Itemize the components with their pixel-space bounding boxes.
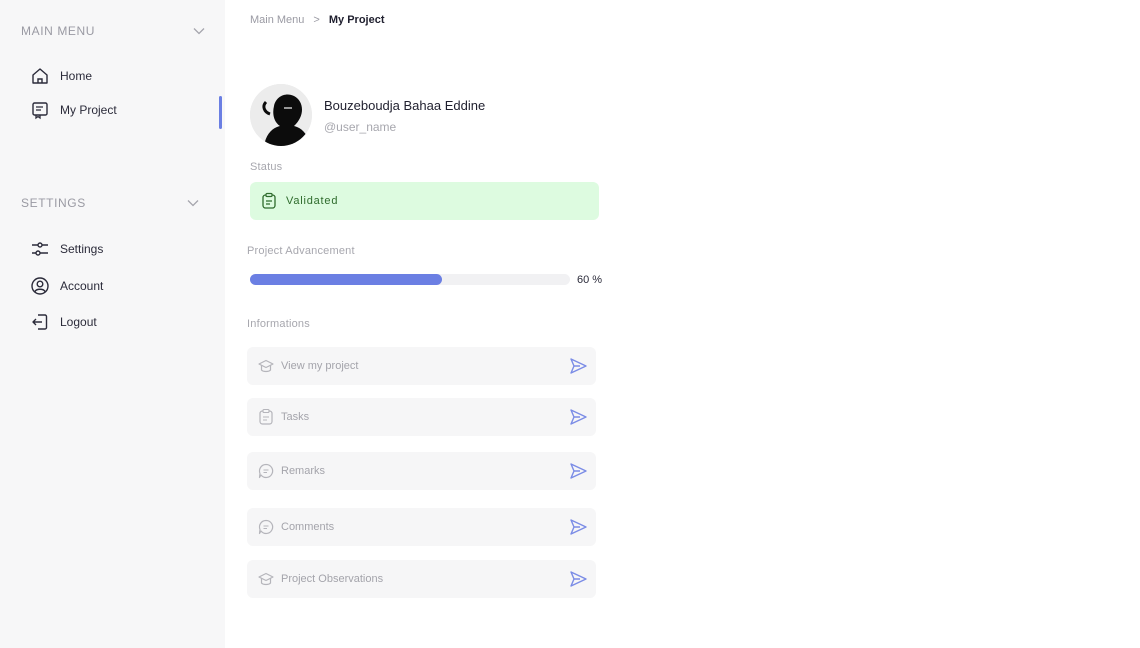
logout-icon bbox=[30, 312, 50, 332]
sidebar-item-account[interactable]: Account bbox=[30, 276, 103, 296]
sidebar: MAIN MENU Home My Project SETTINGS Setti… bbox=[0, 0, 225, 648]
chat-icon bbox=[257, 518, 275, 536]
sidebar-item-label: Account bbox=[60, 279, 104, 293]
user-name: Bouzeboudja Bahaa Eddine bbox=[324, 98, 486, 113]
user-circle-icon bbox=[30, 276, 50, 296]
main-menu-header[interactable]: MAIN MENU bbox=[21, 24, 206, 38]
cap-icon bbox=[257, 570, 275, 588]
settings-header[interactable]: SETTINGS bbox=[21, 196, 206, 210]
avatar bbox=[250, 84, 312, 146]
info-item-label: Tasks bbox=[281, 411, 310, 423]
send-icon[interactable] bbox=[568, 461, 588, 481]
breadcrumb-root[interactable]: Main Menu bbox=[250, 14, 304, 26]
info-item-label: Comments bbox=[281, 521, 335, 533]
progress-label: Project Advancement bbox=[247, 245, 355, 257]
progress-percent: 60 % bbox=[577, 274, 603, 286]
breadcrumb-separator: > bbox=[313, 14, 320, 26]
chat-icon bbox=[257, 462, 275, 480]
send-icon[interactable] bbox=[568, 407, 588, 427]
send-icon[interactable] bbox=[568, 517, 588, 537]
active-indicator bbox=[219, 96, 222, 129]
informations-label: Informations bbox=[247, 318, 310, 330]
user-handle: @user_name bbox=[324, 120, 397, 134]
chevron-down-icon[interactable] bbox=[186, 196, 200, 210]
info-item-label: Remarks bbox=[281, 465, 326, 477]
info-item-project-observations[interactable]: Project Observations bbox=[247, 560, 596, 598]
clipboard-icon bbox=[257, 408, 275, 426]
sidebar-item-label: My Project bbox=[60, 103, 117, 117]
info-item-remarks[interactable]: Remarks bbox=[247, 452, 596, 490]
home-icon bbox=[30, 66, 50, 86]
status-value: Validated bbox=[286, 195, 339, 207]
sidebar-item-label: Settings bbox=[60, 242, 104, 256]
status-label: Status bbox=[250, 161, 283, 173]
chevron-down-icon[interactable] bbox=[192, 24, 206, 38]
breadcrumb-current: My Project bbox=[328, 14, 385, 26]
send-icon[interactable] bbox=[568, 356, 588, 376]
info-item-tasks[interactable]: Tasks bbox=[247, 398, 596, 436]
progress-bar bbox=[250, 274, 570, 285]
sliders-icon bbox=[30, 239, 50, 259]
settings-title: SETTINGS bbox=[21, 196, 86, 210]
breadcrumb: Main Menu > My Project bbox=[250, 14, 385, 26]
cap-icon bbox=[257, 357, 275, 375]
sidebar-item-logout[interactable]: Logout bbox=[30, 312, 97, 332]
project-icon bbox=[30, 100, 50, 120]
clipboard-icon bbox=[260, 192, 278, 210]
sidebar-item-label: Logout bbox=[60, 315, 97, 329]
sidebar-item-settings[interactable]: Settings bbox=[30, 239, 103, 259]
sidebar-item-home[interactable]: Home bbox=[30, 66, 92, 86]
sidebar-item-my-project[interactable]: My Project bbox=[30, 100, 117, 120]
info-item-label: Project Observations bbox=[281, 573, 384, 585]
status-badge: Validated bbox=[250, 182, 599, 220]
main-menu-title: MAIN MENU bbox=[21, 24, 96, 38]
info-item-view-project[interactable]: View my project bbox=[247, 347, 596, 385]
info-item-comments[interactable]: Comments bbox=[247, 508, 596, 546]
info-item-label: View my project bbox=[281, 360, 359, 372]
sidebar-item-label: Home bbox=[60, 69, 93, 83]
send-icon[interactable] bbox=[568, 569, 588, 589]
progress-fill bbox=[250, 274, 442, 285]
